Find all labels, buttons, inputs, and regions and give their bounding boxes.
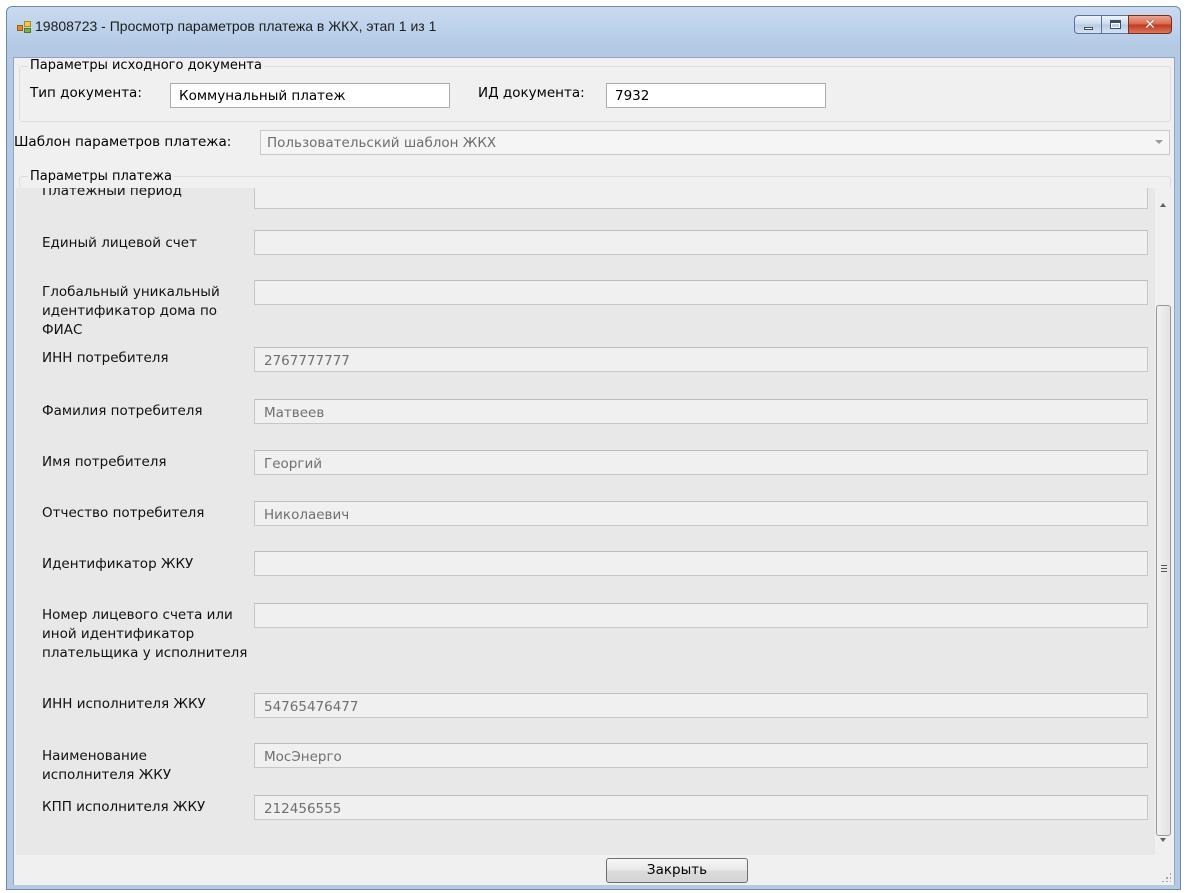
- payment-params-panel[interactable]: Платежный период Единый лицевой счет Гло…: [16, 188, 1171, 855]
- row-label-provider-inn: ИНН исполнителя ЖКУ: [42, 696, 206, 712]
- field-consumer-surname[interactable]: Матвеев: [254, 399, 1148, 424]
- payment-params-legend: Параметры платежа: [28, 169, 175, 185]
- app-icon: [17, 21, 31, 33]
- chevron-down-icon: [1155, 140, 1163, 144]
- dialog-client-area: Параметры исходного документа Тип докуме…: [13, 57, 1175, 885]
- row-label-payer-account-id: Номер лицевого счета или иной идентифика…: [42, 607, 248, 661]
- field-consumer-patronymic[interactable]: Николаевич: [254, 501, 1148, 526]
- row-label-consumer-surname: Фамилия потребителя: [42, 403, 203, 419]
- dialog-footer: Закрыть: [14, 855, 1174, 885]
- scroll-up-icon[interactable]: [1160, 203, 1166, 207]
- row-label-single-account: Единый лицевой счет: [42, 235, 197, 251]
- row-label-consumer-name: Имя потребителя: [42, 454, 167, 470]
- row-label-housing-service-id: Идентификатор ЖКУ: [42, 556, 194, 572]
- row-label-provider-name: Наименование исполнителя ЖКУ: [42, 748, 172, 783]
- doc-type-field[interactable]: Коммунальный платеж: [170, 83, 450, 108]
- template-label: Шаблон параметров платежа:: [14, 134, 232, 150]
- grip-icon: [1161, 565, 1167, 572]
- scrollbar-thumb[interactable]: [1156, 305, 1171, 836]
- close-window-button[interactable]: ✕: [1128, 15, 1172, 34]
- payment-params-group: Параметры платежа: [19, 169, 1171, 188]
- resize-grip-icon[interactable]: [1161, 872, 1171, 882]
- source-document-group: Параметры исходного документа Тип докуме…: [19, 58, 1171, 122]
- window-controls: ✕: [1074, 15, 1172, 35]
- minimize-button[interactable]: [1074, 15, 1101, 34]
- field-provider-kpp[interactable]: 212456555: [254, 795, 1148, 820]
- field-payer-account-id[interactable]: [254, 603, 1148, 628]
- maximize-icon: [1110, 20, 1121, 29]
- source-document-legend: Параметры исходного документа: [28, 58, 264, 74]
- dialog-window: 19808723 - Просмотр параметров платежа в…: [6, 6, 1181, 890]
- title-bar[interactable]: 19808723 - Просмотр параметров платежа в…: [7, 7, 1180, 47]
- maximize-button[interactable]: [1101, 15, 1128, 34]
- minimize-icon: [1084, 27, 1093, 30]
- doc-type-label: Тип документа:: [30, 85, 142, 101]
- field-fias-guid[interactable]: [254, 280, 1148, 305]
- template-select-value: Пользовательский шаблон ЖКХ: [267, 135, 497, 151]
- field-payment-period[interactable]: [254, 188, 1148, 209]
- field-provider-inn[interactable]: 54765476477: [254, 693, 1148, 718]
- close-icon: ✕: [1144, 17, 1156, 33]
- scroll-down-icon[interactable]: [1160, 838, 1166, 842]
- field-single-account[interactable]: [254, 230, 1148, 255]
- vertical-scrollbar[interactable]: [1155, 188, 1171, 855]
- field-housing-service-id[interactable]: [254, 551, 1148, 576]
- row-label-consumer-inn: ИНН потребителя: [42, 350, 169, 366]
- field-consumer-inn[interactable]: 2767777777: [254, 347, 1148, 372]
- field-consumer-name[interactable]: Георгий: [254, 450, 1148, 475]
- row-label-payment-period: Платежный период: [42, 188, 183, 199]
- doc-id-field[interactable]: 7932: [606, 83, 826, 108]
- close-button[interactable]: Закрыть: [606, 858, 748, 883]
- window-title: 19808723 - Просмотр параметров платежа в…: [35, 18, 437, 34]
- field-provider-name[interactable]: МосЭнерго: [254, 743, 1148, 768]
- template-select[interactable]: Пользовательский шаблон ЖКХ: [260, 130, 1170, 155]
- doc-id-label: ИД документа:: [478, 85, 585, 101]
- row-label-consumer-patronymic: Отчество потребителя: [42, 505, 205, 521]
- row-label-fias-guid: Глобальный уникальный идентификатор дома…: [42, 284, 220, 338]
- row-label-provider-kpp: КПП исполнителя ЖКУ: [42, 799, 206, 815]
